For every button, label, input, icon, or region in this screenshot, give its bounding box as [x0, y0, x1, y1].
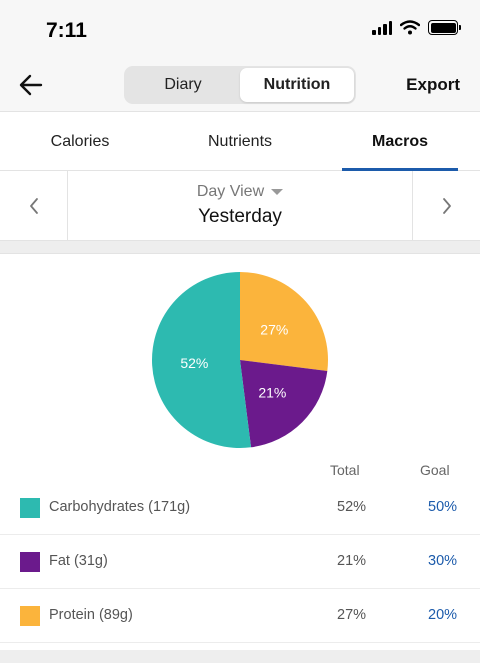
chevron-right-icon — [442, 197, 451, 214]
macro-total: 21% — [337, 553, 367, 569]
pie-label-fat: 21% — [258, 384, 286, 400]
export-button[interactable]: Export — [406, 75, 460, 95]
pie-label-carbohydrates: 52% — [180, 355, 208, 371]
day-view-dropdown[interactable]: Day View — [196, 183, 284, 201]
previous-day-button[interactable] — [0, 171, 68, 240]
protein-color-swatch — [20, 606, 40, 626]
macro-label: Protein (89g) — [49, 607, 133, 623]
pie-svg: 27% 21% 52% — [152, 272, 328, 448]
macro-goal: 20% — [428, 607, 458, 623]
segment-diary[interactable]: Diary — [126, 68, 240, 102]
wifi-icon — [400, 20, 420, 35]
section-divider — [0, 241, 480, 254]
carbohydrates-color-swatch — [20, 498, 40, 518]
back-arrow-icon — [19, 74, 43, 96]
nutrition-tabs: Calories Nutrients Macros — [0, 113, 480, 171]
total-column-header: Total — [330, 462, 360, 478]
tab-calories[interactable]: Calories — [0, 113, 160, 170]
battery-icon — [428, 20, 461, 35]
macro-label: Fat (31g) — [49, 553, 108, 569]
day-selector: Day View Yesterday — [0, 171, 480, 241]
tab-macros[interactable]: Macros — [320, 113, 480, 171]
next-day-button[interactable] — [412, 171, 480, 240]
macro-goal: 50% — [428, 499, 458, 515]
macro-goal: 30% — [428, 553, 458, 569]
bottom-divider — [0, 650, 480, 663]
back-button[interactable] — [16, 70, 46, 100]
status-icons — [372, 20, 461, 35]
goal-column-header: Goal — [420, 462, 450, 478]
macro-row-carbohydrates: Carbohydrates (171g) 52% 50% — [0, 481, 480, 535]
chevron-left-icon — [29, 197, 38, 214]
status-time: 7:11 — [46, 19, 87, 42]
diary-nutrition-toggle: Diary Nutrition — [124, 66, 356, 104]
caret-down-icon — [271, 189, 284, 195]
top-header: Diary Nutrition Export — [0, 58, 480, 112]
segment-nutrition[interactable]: Nutrition — [240, 68, 354, 102]
macro-row-fat: Fat (31g) 21% 30% — [0, 535, 480, 589]
macro-row-protein: Protein (89g) 27% 20% — [0, 589, 480, 643]
macro-total: 27% — [337, 607, 367, 623]
pie-label-protein: 27% — [260, 322, 288, 338]
fat-color-swatch — [20, 552, 40, 572]
cellular-signal-icon — [372, 20, 392, 35]
pie-slice-fat — [240, 360, 328, 448]
selected-day: Yesterday — [198, 206, 282, 227]
tab-nutrients[interactable]: Nutrients — [160, 113, 320, 170]
day-view-picker[interactable]: Day View Yesterday — [68, 171, 412, 240]
macros-pie-chart: 27% 21% 52% — [150, 270, 330, 450]
macro-label: Carbohydrates (171g) — [49, 499, 191, 515]
day-view-label: Day View — [196, 183, 265, 200]
macro-total: 52% — [337, 499, 367, 515]
status-bar: 7:11 — [0, 0, 480, 58]
